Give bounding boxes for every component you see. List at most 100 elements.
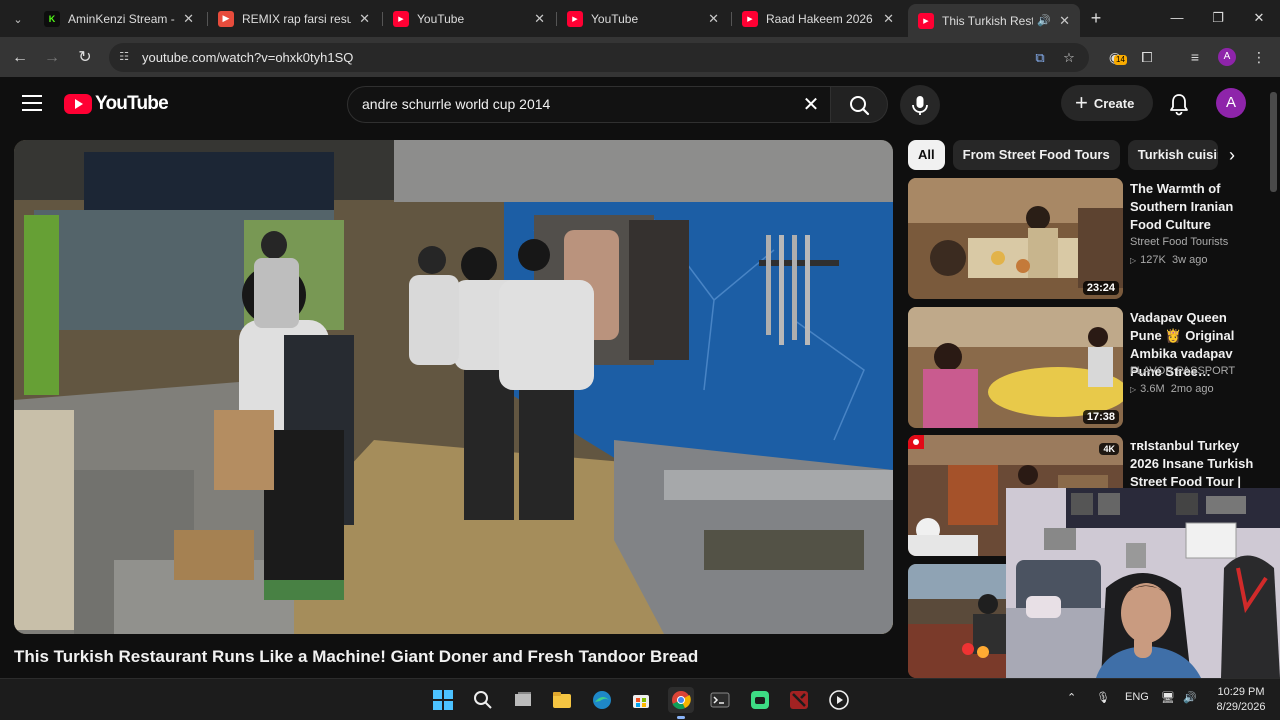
tab-title: This Turkish Restau [942,13,1034,28]
dota-icon[interactable] [786,687,812,713]
close-tab-icon[interactable]: ✕ [708,11,719,27]
youtube-logo[interactable]: YouTube [64,93,169,115]
close-tab-icon[interactable]: ✕ [183,11,194,27]
browser-tab[interactable]: ▶ REMIX rap farsi results ✕ [208,4,380,33]
video-thumbnail[interactable]: 17:38 [908,307,1123,428]
task-view-icon[interactable] [510,687,536,713]
video-meta: ▷ 127K 3w ago [1130,254,1207,266]
video-duration: 23:24 [1082,281,1119,295]
close-tab-icon[interactable]: ✕ [359,11,370,27]
video-title[interactable]: The Warmth of Southern Iranian Food Cult… [1130,180,1258,234]
results-icon: ▶ [218,10,234,27]
address-bar[interactable]: ☷ youtube.com/watch?v=ohxk0tyh1SQ ⧉ ☆ [109,43,1089,72]
chrome-icon[interactable] [668,687,694,719]
view-count: 3.6M [1140,383,1165,395]
new-tab-button[interactable]: + [1085,7,1107,29]
speaker-icon[interactable]: 🔊 [1037,14,1051,27]
url-text[interactable]: youtube.com/watch?v=ohxk0tyh1SQ [142,50,353,65]
video-duration: 17:38 [1082,410,1119,424]
tab-title: YouTube [417,11,465,26]
menu-kebab-icon[interactable]: ⋮ [1248,46,1270,68]
tray-microphone-icon[interactable]: 🎙 [1096,691,1110,704]
chevron-right-icon[interactable]: › [1218,140,1246,170]
browser-tab-active[interactable]: ▶ This Turkish Restau 🔊 ✕ [908,4,1080,37]
clock[interactable]: 10:29 PM 8/29/2026 [1206,685,1276,715]
bookmark-star-icon[interactable]: ☆ [1060,49,1078,67]
back-arrow-icon[interactable]: ← [7,45,33,71]
chip-turkish-cuisine[interactable]: Turkish cuisine [1127,140,1218,170]
youtube-icon: ▶ [567,10,583,27]
voice-search-button[interactable] [900,85,940,125]
input-language[interactable]: ENG [1125,691,1149,703]
youtube-icon: ▶ [742,10,758,27]
recommendation-chips: All From Street Food Tours Turkish cuisi… [908,140,1226,170]
microsoft-store-icon[interactable] [628,687,654,713]
play-icon: ▷ [1130,385,1137,394]
play-icon: ▷ [1130,256,1137,265]
recommended-video[interactable]: 17:38 Vadapav Queen Pune 👸 Original Ambi… [908,307,1258,429]
kick-icon: K [44,10,60,27]
clock-time: 10:29 PM [1217,686,1265,698]
view-count: 127K [1140,254,1166,266]
browser-tab[interactable]: ▶ YouTube ✕ [557,4,729,33]
microphone-icon [912,96,928,115]
install-app-icon[interactable]: ⧉ [1031,49,1049,67]
account-avatar[interactable]: A [1216,88,1246,118]
plus-icon: + [1075,90,1088,115]
youtube-icon: ▶ [393,10,409,27]
video-thumbnail[interactable]: 23:24 [908,178,1123,299]
hamburger-menu-icon[interactable] [22,95,42,111]
video-title: This Turkish Restaurant Runs Like a Mach… [14,647,699,666]
restore-icon[interactable]: ❐ [1203,6,1233,30]
create-button[interactable]: + Create [1061,85,1153,121]
tray-chevron-up-icon[interactable]: ⌃ [1067,691,1076,704]
close-tab-icon[interactable]: ✕ [883,11,894,27]
volume-icon[interactable]: 🔊 [1183,691,1197,704]
search-input[interactable]: andre schurrle world cup 2014 [362,96,550,112]
clear-search-icon[interactable]: ✕ [798,92,824,118]
tab-search-chevron-icon[interactable]: ⌄ [6,8,30,30]
search-box[interactable]: andre schurrle world cup 2014 ✕ [347,86,831,123]
youtube-wordmark: YouTube [95,93,169,114]
file-explorer-icon[interactable] [549,687,575,713]
extensions-puzzle-icon[interactable]: ⧠ [1136,46,1158,68]
edge-browser-icon[interactable] [589,687,615,713]
search-icon[interactable] [470,687,496,713]
create-label: Create [1093,95,1135,111]
tab-title: REMIX rap farsi results [242,11,352,26]
video-frame-kitchen [14,140,893,634]
channel-name[interactable]: Street Food Tourists [1130,236,1228,248]
media-controls-icon[interactable]: ≡ [1184,46,1206,68]
webcam-image [1006,488,1280,678]
youtube-icon: ▶ [918,12,934,29]
video-player[interactable] [14,140,893,634]
browser-toolbar: ← → ↻ ☷ youtube.com/watch?v=ohxk0tyh1SQ … [0,37,1280,77]
browser-profile-avatar[interactable]: A [1218,48,1236,66]
search-button[interactable] [830,86,888,123]
browser-tab[interactable]: K AminKenzi Stream - W ✕ [34,4,204,33]
network-icon[interactable]: 🖥 [1161,691,1175,704]
page-scrollbar[interactable] [1270,92,1277,192]
tab-title: Raad Hakeem 2026 ( w [766,11,875,26]
channel-name[interactable]: FLAVOR PASSPORT [1130,365,1235,377]
recommended-video[interactable]: 23:24 The Warmth of Southern Iranian Foo… [908,178,1258,300]
game-app-icon[interactable] [747,687,773,713]
reload-icon[interactable]: ↻ [72,45,98,71]
media-player-icon[interactable] [826,687,852,713]
youtube-play-icon [64,94,92,114]
forward-arrow-icon[interactable]: → [39,45,65,71]
browser-tab[interactable]: ▶ YouTube ✕ [383,4,555,33]
terminal-icon[interactable] [707,687,733,713]
browser-tab[interactable]: ▶ Raad Hakeem 2026 ( w ✕ [732,4,904,33]
minimize-icon[interactable]: — [1162,6,1192,30]
close-window-icon[interactable]: ✕ [1244,6,1274,30]
notifications-bell-icon[interactable] [1166,91,1192,117]
close-tab-icon[interactable]: ✕ [534,11,545,27]
site-info-icon[interactable]: ☷ [117,50,131,64]
chip-all[interactable]: All [908,140,945,170]
tab-title: AminKenzi Stream - W [68,11,175,26]
windows-taskbar: ⌃ 🎙 ENG 🖥 🔊 10:29 PM 8/29/2026 [0,678,1280,720]
close-tab-icon[interactable]: ✕ [1059,13,1070,29]
chip-from-street-food-tours[interactable]: From Street Food Tours [952,140,1120,170]
windows-start-icon[interactable] [430,687,456,713]
